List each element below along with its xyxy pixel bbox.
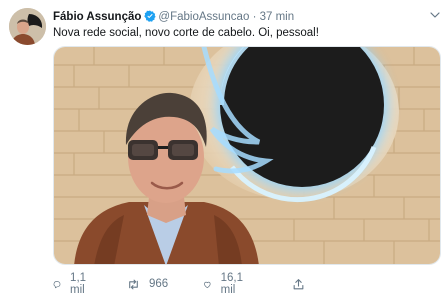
header-separator: · — [252, 11, 257, 23]
reply-count: 1,1 mil — [70, 272, 87, 296]
share-icon — [293, 278, 304, 289]
like-button[interactable]: 16,1 mil — [203, 272, 247, 296]
retweet-icon — [129, 279, 138, 289]
author-name[interactable]: Fábio Assunção — [53, 11, 141, 23]
author-handle[interactable]: @FabioAssuncao — [158, 11, 249, 23]
tweet-card[interactable]: Fábio Assunção @FabioAssuncao · 37 min No… — [0, 0, 448, 296]
avatar-image — [9, 8, 46, 45]
verified-badge-icon — [144, 10, 157, 22]
retweet-button[interactable]: 966 — [127, 276, 168, 292]
author-avatar[interactable] — [9, 8, 46, 45]
photo-image — [54, 47, 440, 264]
share-button[interactable] — [292, 276, 314, 292]
reply-button[interactable]: 1,1 mil — [53, 272, 91, 296]
tweet-timestamp[interactable]: 37 min — [260, 11, 295, 23]
like-count: 16,1 mil — [220, 272, 244, 296]
chevron-down-icon[interactable] — [429, 9, 441, 21]
tweet-text: Nova rede social, novo corte de cabelo. … — [53, 27, 319, 39]
heart-icon — [204, 281, 211, 288]
tweet-header: Fábio Assunção @FabioAssuncao · 37 min — [53, 9, 294, 25]
retweet-count: 966 — [149, 278, 169, 290]
reply-icon — [53, 280, 61, 288]
tweet-photo[interactable] — [53, 46, 441, 265]
